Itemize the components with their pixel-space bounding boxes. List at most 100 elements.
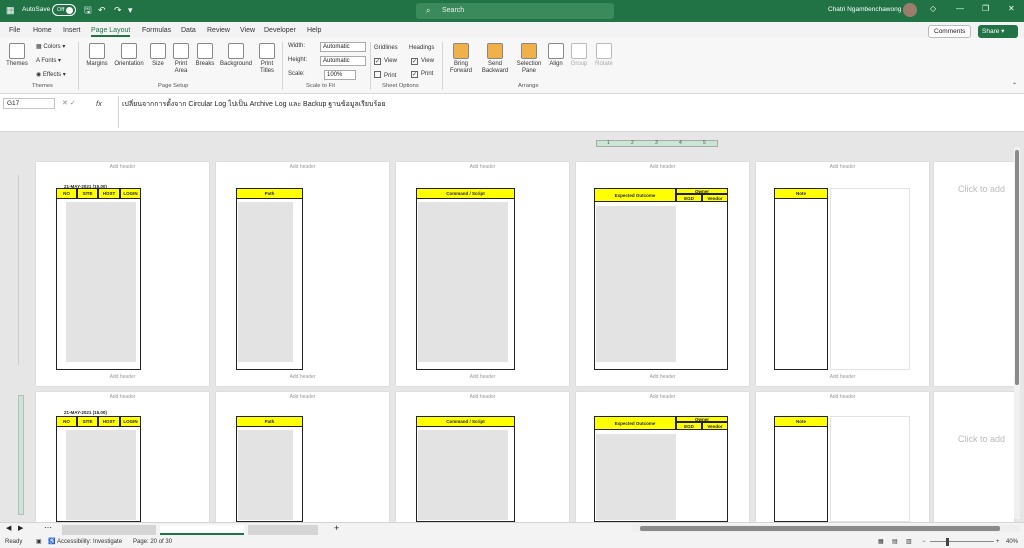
page-break-view-icon[interactable]: ▥: [906, 536, 912, 548]
orientation-button[interactable]: Orientation: [112, 43, 146, 68]
normal-view-icon[interactable]: ▦: [878, 536, 884, 548]
tab-page-layout[interactable]: Page Layout: [91, 27, 131, 37]
user-name[interactable]: Chatri Ngambenchawong: [828, 6, 901, 13]
width-dropdown[interactable]: Automatic: [320, 42, 366, 52]
tab-developer[interactable]: Developer: [264, 27, 296, 34]
background-button[interactable]: Background: [218, 43, 254, 68]
add-header[interactable]: Add header: [756, 394, 929, 400]
tab-view[interactable]: View: [240, 27, 255, 34]
add-footer[interactable]: Add header: [756, 374, 929, 380]
print-page[interactable]: Add header Path Add header: [216, 162, 389, 386]
save-icon[interactable]: 🖫: [84, 4, 92, 16]
add-header[interactable]: Add header: [216, 394, 389, 400]
accessibility-status[interactable]: Accessibility: Investigate: [57, 536, 122, 548]
collapse-ribbon-icon[interactable]: ⌃: [1012, 82, 1017, 89]
minimize-icon[interactable]: —: [956, 4, 964, 13]
diamond-icon[interactable]: ◇: [930, 4, 936, 13]
page-layout-view-icon[interactable]: ▤: [892, 536, 898, 548]
add-header[interactable]: Add header: [36, 164, 209, 170]
print-page[interactable]: Add header Command / Script Add header: [396, 162, 569, 386]
add-header[interactable]: Add header: [576, 164, 749, 170]
tab-formulas[interactable]: Formulas: [142, 27, 171, 34]
customize-toolbar-icon[interactable]: ▾: [128, 4, 133, 16]
rotate-button[interactable]: Rotate: [592, 43, 616, 68]
scale-input[interactable]: 100%: [324, 70, 356, 80]
bring-forward-button[interactable]: Bring Forward: [446, 43, 476, 75]
add-footer[interactable]: Add header: [396, 374, 569, 380]
print-page[interactable]: Click to add: [934, 392, 1014, 522]
avatar[interactable]: [903, 3, 917, 17]
print-page[interactable]: Add header 21-MAY-2021 (15.00) NO SITE H…: [36, 392, 209, 522]
add-sheet-icon[interactable]: +: [334, 523, 339, 533]
tab-home[interactable]: Home: [33, 27, 52, 34]
zoom-level[interactable]: 40%: [1006, 536, 1018, 548]
print-page[interactable]: Click to add: [934, 162, 1014, 386]
add-footer[interactable]: Add header: [36, 374, 209, 380]
cancel-icon[interactable]: ✕: [62, 100, 68, 107]
size-button[interactable]: Size: [148, 43, 168, 68]
print-page[interactable]: Add header Expected Outcome Owner EGD Ve…: [576, 392, 749, 522]
print-page[interactable]: Add header Path: [216, 392, 389, 522]
enter-icon[interactable]: ✓: [70, 100, 76, 107]
zoom-out-icon[interactable]: −: [922, 536, 926, 548]
print-area-button[interactable]: Print Area: [170, 43, 192, 75]
breaks-button[interactable]: Breaks: [194, 43, 216, 68]
margins-button[interactable]: Margins: [84, 43, 110, 68]
gridlines-view-checkbox[interactable]: ✓ View: [374, 58, 397, 65]
headings-view-checkbox[interactable]: ✓ View: [411, 58, 434, 65]
headings-print-checkbox[interactable]: ✓ Print: [411, 71, 433, 78]
selection-pane-button[interactable]: Selection Pane: [514, 43, 544, 75]
print-page[interactable]: Add header Command / Script: [396, 392, 569, 522]
add-header[interactable]: Add header: [756, 164, 929, 170]
next-sheet-icon[interactable]: ▶: [18, 524, 23, 532]
sheet-tab[interactable]: [248, 525, 318, 535]
macro-icon[interactable]: ▣: [36, 536, 42, 548]
search-box[interactable]: ⌕ Search: [416, 3, 614, 19]
zoom-slider[interactable]: [930, 541, 994, 542]
effects-button[interactable]: ◉ Effects ▾: [36, 71, 66, 78]
group-button[interactable]: Group: [568, 43, 590, 68]
sheet-tab[interactable]: [62, 525, 156, 535]
gridlines-print-checkbox[interactable]: Print: [374, 71, 396, 79]
zoom-in-icon[interactable]: +: [996, 536, 1000, 548]
height-dropdown[interactable]: Automatic: [320, 56, 366, 66]
click-to-add[interactable]: Click to add: [958, 434, 1005, 444]
send-backward-button[interactable]: Send Backward: [478, 43, 512, 75]
restore-icon[interactable]: ❐: [982, 4, 989, 13]
zoom-slider-thumb[interactable]: [946, 538, 949, 546]
horizontal-scroll-thumb[interactable]: [640, 526, 1000, 531]
align-button[interactable]: Align: [546, 43, 566, 68]
redo-icon[interactable]: ↷: [114, 4, 122, 16]
add-header[interactable]: Add header: [576, 394, 749, 400]
share-button[interactable]: Share ▾: [978, 25, 1018, 38]
comments-button[interactable]: Comments: [928, 25, 972, 38]
add-header[interactable]: Add header: [216, 164, 389, 170]
more-sheets-icon[interactable]: ⋯: [44, 523, 52, 532]
add-header[interactable]: Add header: [396, 164, 569, 170]
tab-data[interactable]: Data: [181, 27, 196, 34]
vertical-scroll-thumb[interactable]: [1015, 150, 1019, 385]
formula-input[interactable]: เปลี่ยนจากการตั้งจาก Circular Log ไปเป็น…: [118, 96, 1018, 128]
close-icon[interactable]: ✕: [1008, 4, 1015, 13]
name-box[interactable]: G17: [3, 98, 55, 109]
add-header[interactable]: Add header: [36, 394, 209, 400]
themes-button[interactable]: Themes: [6, 43, 28, 68]
sheet-tab-active[interactable]: [160, 525, 244, 535]
print-page[interactable]: Add header Note: [756, 392, 929, 522]
print-titles-button[interactable]: Print Titles: [256, 43, 278, 75]
print-page[interactable]: Add header Expected Outcome Owner EGD Ve…: [576, 162, 749, 386]
tab-file[interactable]: File: [9, 27, 20, 34]
print-page[interactable]: Add header 21-MAY-2021 (15.00) NO SITE H…: [36, 162, 209, 386]
print-page[interactable]: Add header Note Add header: [756, 162, 929, 386]
add-header[interactable]: Add header: [396, 394, 569, 400]
tab-insert[interactable]: Insert: [63, 27, 81, 34]
undo-icon[interactable]: ↶: [98, 4, 106, 16]
tab-review[interactable]: Review: [207, 27, 230, 34]
add-footer[interactable]: Add header: [576, 374, 749, 380]
fonts-button[interactable]: A Fonts ▾: [36, 57, 61, 64]
click-to-add[interactable]: Click to add: [958, 184, 1005, 194]
prev-sheet-icon[interactable]: ◀: [6, 524, 11, 532]
colors-button[interactable]: ▦ Colors ▾: [36, 43, 65, 50]
tab-help[interactable]: Help: [307, 27, 321, 34]
insert-function-button[interactable]: fx: [96, 99, 102, 108]
